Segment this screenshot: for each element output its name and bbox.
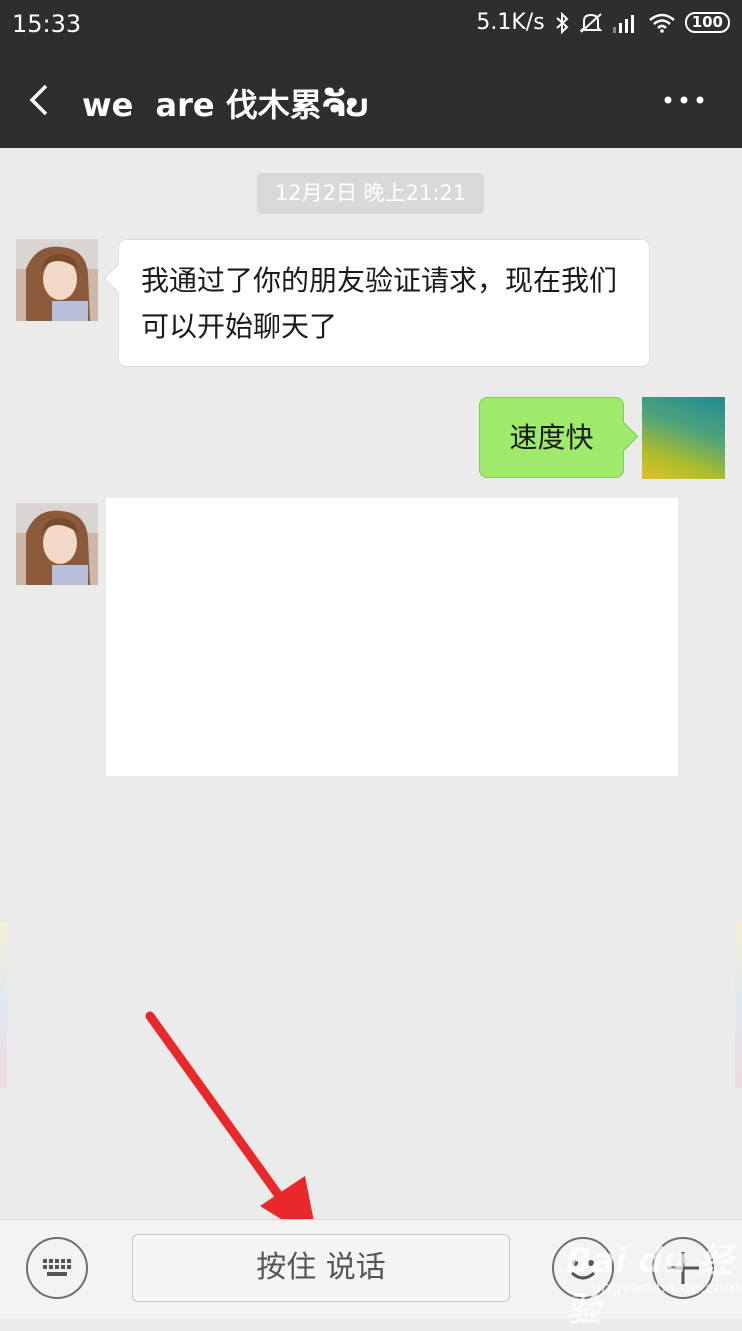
decoration-strip [0,922,7,1088]
decoration-strip [735,922,742,1088]
watermark-url: jingyan.baidu.com [592,1278,740,1297]
battery-icon: 100 [684,12,730,33]
contact-avatar[interactable] [16,503,98,585]
self-avatar[interactable] [642,397,725,479]
contact-avatar[interactable] [16,239,98,321]
status-time: 15:33 [12,10,82,38]
mute-icon [579,12,603,34]
annotation-arrow [145,1011,318,1242]
more-dots-icon[interactable] [660,88,708,112]
wifi-icon [648,13,675,33]
input-bar: 按住 说话 Bai du 经验 jingyan.baidu.com [0,1219,742,1330]
incoming-message-bubble[interactable]: 我通过了你的朋友验证请求，现在我们可以开始聊天了 [118,239,650,367]
chat-title: we are 伐木累ຈັບ [82,86,369,124]
keyboard-icon[interactable] [26,1237,88,1299]
signal-icon [612,13,639,33]
outgoing-message-bubble[interactable]: 速度快 [479,397,624,478]
bluetooth-icon [555,11,569,34]
message-timestamp: 12月2日 晚上21:21 [257,173,484,214]
top-bar: 15:33 5.1K/s 100 we are 伐木累ຈັບ [0,0,742,148]
network-speed: 5.1K/s [476,10,545,35]
back-chevron-icon[interactable] [26,82,56,122]
media-message[interactable] [106,498,678,776]
hold-to-talk-button[interactable]: 按住 说话 [132,1234,510,1302]
status-icons: 5.1K/s 100 [476,10,730,35]
